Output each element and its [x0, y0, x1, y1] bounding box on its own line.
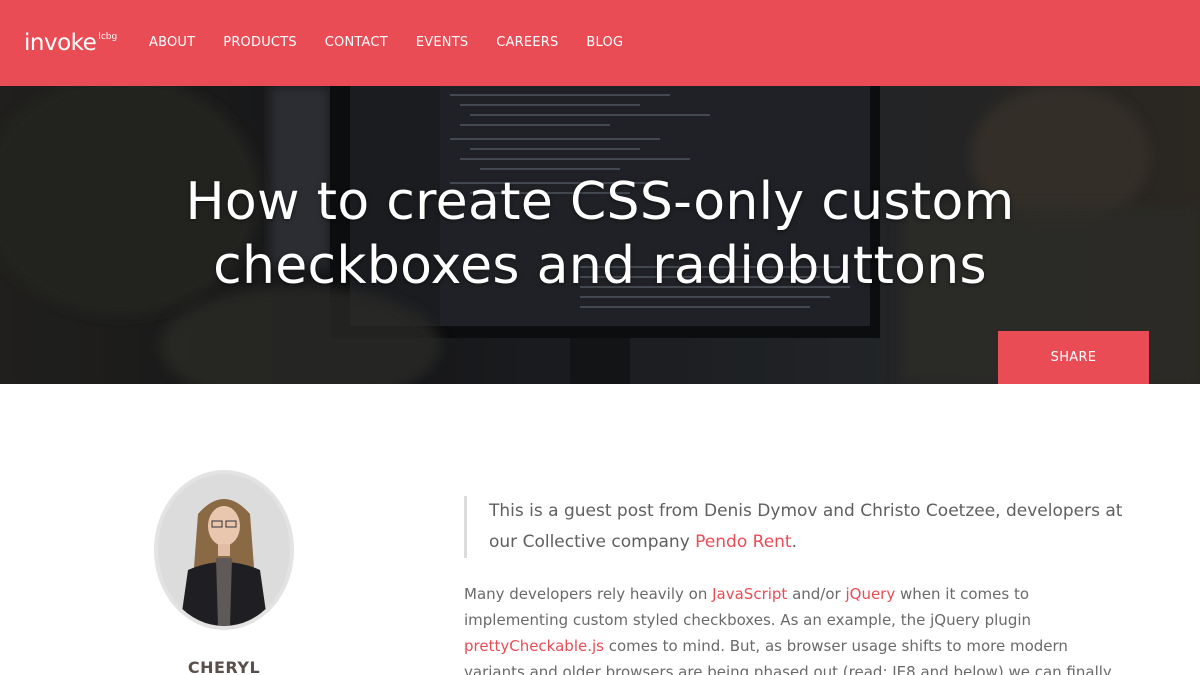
nav-blog[interactable]: BLOG — [586, 34, 623, 52]
author-photo — [158, 474, 290, 626]
article-paragraph: Many developers rely heavily on JavaScri… — [464, 581, 1124, 675]
share-button[interactable]: SHARE — [998, 331, 1149, 384]
pendo-rent-link[interactable]: Pendo Rent — [695, 532, 791, 552]
nav-careers[interactable]: CAREERS — [496, 34, 558, 52]
article-title: How to create CSS-only custom checkboxes… — [0, 170, 1200, 298]
main-nav: ABOUT PRODUCTS CONTACT EVENTS CAREERS BL… — [149, 34, 651, 52]
guest-post-intro: This is a guest post from Denis Dymov an… — [464, 496, 1124, 558]
invoke-logo[interactable]: invoke lcbg — [24, 29, 117, 57]
title-line-1: How to create CSS-only custom — [185, 172, 1015, 232]
author-avatar — [154, 470, 294, 630]
nav-contact[interactable]: CONTACT — [325, 34, 388, 52]
nav-about[interactable]: ABOUT — [149, 34, 195, 52]
javascript-link[interactable]: JavaScript — [712, 585, 787, 603]
intro-end: . — [791, 532, 797, 552]
jquery-link[interactable]: jQuery — [845, 585, 895, 603]
intro-text: This is a guest post from Denis Dymov an… — [489, 501, 1123, 552]
author-name: CHERYL — [187, 658, 261, 675]
nav-events[interactable]: EVENTS — [416, 34, 468, 52]
nav-products[interactable]: PRODUCTS — [223, 34, 297, 52]
top-nav-bar: invoke lcbg ABOUT PRODUCTS CONTACT EVENT… — [0, 0, 1200, 86]
title-line-2: checkboxes and radiobuttons — [213, 236, 987, 296]
paragraph-text-a: Many developers rely heavily on — [464, 585, 713, 603]
prettycheckable-link[interactable]: prettyCheckable.js — [464, 637, 604, 655]
paragraph-text-b: and/or — [787, 585, 846, 603]
logo-sub-text: lcbg — [98, 32, 118, 42]
hero-banner: How to create CSS-only custom checkboxes… — [0, 86, 1200, 384]
logo-text: invoke — [24, 30, 97, 56]
